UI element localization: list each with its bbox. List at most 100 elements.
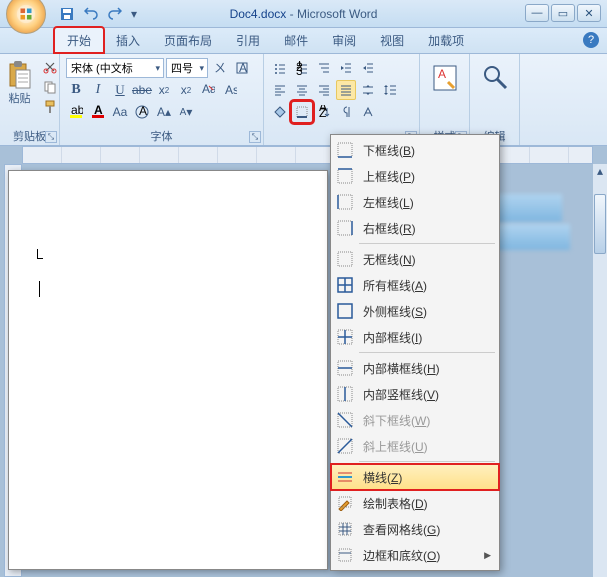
- menu-item-inside-h[interactable]: 内部横框线(H): [331, 355, 499, 381]
- enclose-char-icon[interactable]: A: [132, 102, 152, 122]
- help-icon[interactable]: ?: [583, 32, 599, 48]
- tab-addins[interactable]: 加载项: [416, 28, 476, 53]
- menu-item-label: 所有框线(A): [363, 277, 427, 294]
- tab-insert[interactable]: 插入: [104, 28, 152, 53]
- highlight-color-icon[interactable]: ab: [66, 102, 86, 122]
- format-painter-icon[interactable]: [40, 98, 60, 116]
- tab-mail[interactable]: 邮件: [272, 28, 320, 53]
- font-name-combo[interactable]: 宋体 (中文标: [66, 58, 164, 78]
- superscript-button[interactable]: x2: [176, 80, 196, 100]
- menu-item-left[interactable]: 左框线(L): [331, 189, 499, 215]
- maximize-button[interactable]: ▭: [551, 4, 575, 22]
- borders-dropdown-menu: 下框线(B) 上框线(P) 左框线(L) 右框线(R) 无框线(N) 所有框线(A) 外侧框…: [330, 134, 500, 571]
- group-label-font: 字体: [60, 128, 263, 144]
- char-shading-icon[interactable]: Aa: [110, 102, 130, 122]
- tab-home[interactable]: 开始: [54, 27, 104, 53]
- save-icon[interactable]: [56, 3, 78, 25]
- bold-button[interactable]: B: [66, 80, 86, 100]
- minimize-button[interactable]: —: [525, 4, 549, 22]
- horizontal-ruler[interactable]: [22, 146, 593, 164]
- menu-item-label: 无框线(N): [363, 251, 416, 268]
- cut-icon[interactable]: [40, 58, 60, 76]
- menu-item-grid[interactable]: 查看网格线(G): [331, 516, 499, 542]
- title-bar: ▾ Doc4.docx - Microsoft Word — ▭ ✕: [0, 0, 607, 28]
- clear-format-icon[interactable]: Aa: [198, 80, 218, 100]
- align-center-icon[interactable]: [292, 80, 312, 100]
- menu-item-draw[interactable]: 绘制表格(D): [331, 490, 499, 516]
- vertical-scrollbar[interactable]: ▴: [593, 164, 607, 577]
- quick-access-toolbar: ▾: [56, 3, 140, 25]
- find-icon[interactable]: [480, 62, 510, 94]
- tab-view[interactable]: 视图: [368, 28, 416, 53]
- group-editing: 编辑: [470, 54, 520, 145]
- border-all-icon: [335, 275, 355, 295]
- shrink-font-icon[interactable]: A▾: [176, 102, 196, 122]
- paste-button[interactable]: 粘贴: [0, 58, 40, 108]
- border-diag-down-icon: [335, 410, 355, 430]
- strikethrough-button[interactable]: abe: [132, 80, 152, 100]
- line-spacing-icon[interactable]: [380, 80, 400, 100]
- redo-icon[interactable]: [104, 3, 126, 25]
- document-page[interactable]: [8, 170, 328, 570]
- clipboard-launcher[interactable]: ⤡: [45, 131, 57, 143]
- svg-text:A: A: [438, 67, 446, 81]
- copy-icon[interactable]: [40, 78, 60, 96]
- tab-review[interactable]: 审阅: [320, 28, 368, 53]
- tab-page-layout[interactable]: 页面布局: [152, 28, 224, 53]
- menu-item-inside[interactable]: 内部框线(I): [331, 324, 499, 350]
- italic-button[interactable]: I: [88, 80, 108, 100]
- menu-item-outside[interactable]: 外侧框线(S): [331, 298, 499, 324]
- multilevel-list-icon[interactable]: [314, 58, 334, 78]
- menu-item-all[interactable]: 所有框线(A): [331, 272, 499, 298]
- show-marks-icon[interactable]: [336, 102, 356, 122]
- menu-item-none[interactable]: 无框线(N): [331, 246, 499, 272]
- font-color-icon[interactable]: A: [88, 102, 108, 122]
- numbering-icon[interactable]: 123: [292, 58, 312, 78]
- svg-text:A: A: [139, 105, 147, 118]
- menu-item-hline[interactable]: 横线(Z): [331, 464, 499, 490]
- menu-item-label: 斜上框线(U): [363, 438, 428, 455]
- border-left-icon: [335, 192, 355, 212]
- char-border-icon[interactable]: A: [232, 58, 252, 78]
- bullets-icon[interactable]: [270, 58, 290, 78]
- borders-button[interactable]: [292, 102, 312, 122]
- qat-customize-icon[interactable]: ▾: [128, 3, 140, 25]
- menu-item-inside-v[interactable]: 内部竖框线(V): [331, 381, 499, 407]
- subscript-button[interactable]: x2: [154, 80, 174, 100]
- window-title: Doc4.docx - Microsoft Word: [230, 7, 378, 21]
- phonetic-guide-icon[interactable]: As: [220, 80, 240, 100]
- menu-item-right[interactable]: 右框线(R): [331, 215, 499, 241]
- increase-indent-icon[interactable]: [358, 58, 378, 78]
- menu-item-dialog[interactable]: 边框和底纹(O)▶: [331, 542, 499, 568]
- decrease-indent-icon[interactable]: [336, 58, 356, 78]
- menu-item-label: 上框线(P): [363, 168, 415, 185]
- border-top-icon: [335, 166, 355, 186]
- menu-item-label: 内部竖框线(V): [363, 386, 439, 403]
- group-font: 宋体 (中文标 四号 ㄨ A B I U abe x2 x2 Aa As ab …: [60, 54, 264, 145]
- grow-font-icon[interactable]: A▴: [154, 102, 174, 122]
- menu-item-top[interactable]: 上框线(P): [331, 163, 499, 189]
- styles-icon[interactable]: A: [430, 62, 460, 94]
- border-inside-v-icon: [335, 384, 355, 404]
- close-button[interactable]: ✕: [577, 4, 601, 22]
- distribute-icon[interactable]: [358, 80, 378, 100]
- shading-icon[interactable]: [270, 102, 290, 122]
- tab-references[interactable]: 引用: [224, 28, 272, 53]
- submenu-arrow-icon: ▶: [484, 550, 491, 561]
- menu-item-label: 右框线(R): [363, 220, 416, 237]
- justify-icon[interactable]: [336, 80, 356, 100]
- align-left-icon[interactable]: [270, 80, 290, 100]
- change-case-icon[interactable]: ㄨ: [210, 58, 230, 78]
- undo-icon[interactable]: [80, 3, 102, 25]
- menu-separator: [359, 461, 495, 462]
- border-grid-icon: [335, 519, 355, 539]
- sort-icon[interactable]: AZ: [314, 102, 334, 122]
- scroll-thumb[interactable]: [594, 194, 606, 254]
- snap-grid-icon[interactable]: [358, 102, 378, 122]
- font-launcher[interactable]: ⤡: [249, 131, 261, 143]
- font-size-combo[interactable]: 四号: [166, 58, 208, 78]
- menu-separator: [359, 243, 495, 244]
- align-right-icon[interactable]: [314, 80, 334, 100]
- underline-button[interactable]: U: [110, 80, 130, 100]
- menu-item-bottom[interactable]: 下框线(B): [331, 137, 499, 163]
